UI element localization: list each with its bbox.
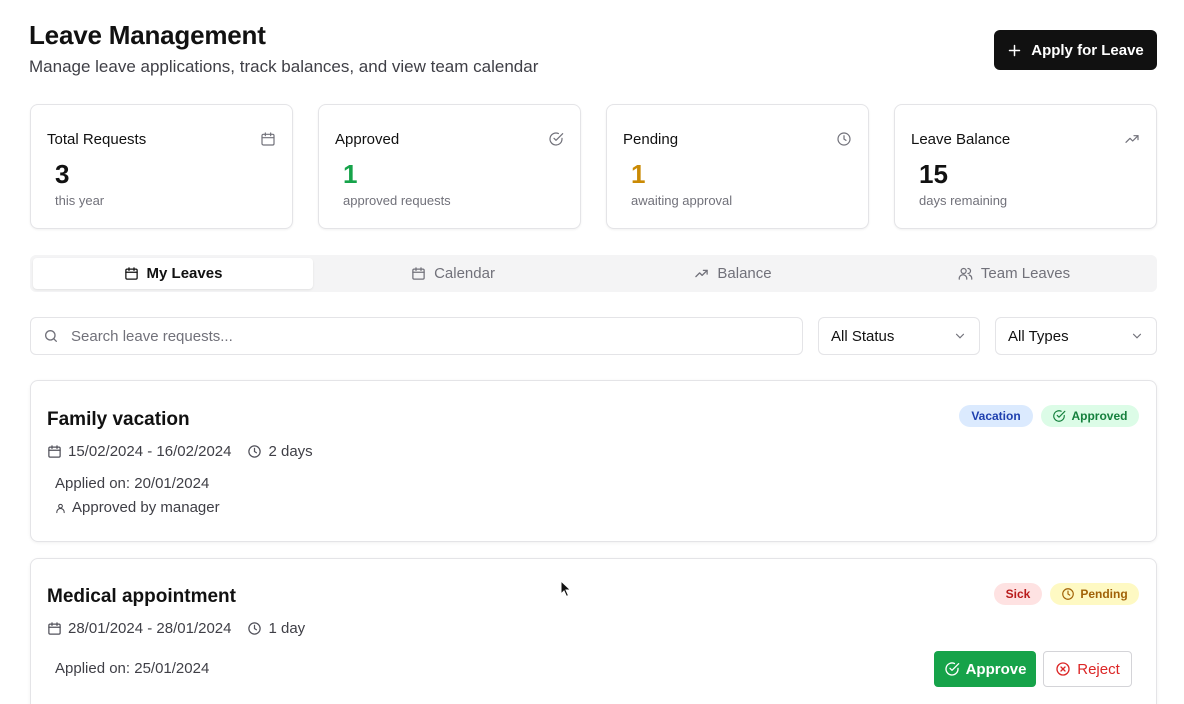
stat-card-leave-balance: Leave Balance 15 days remaining — [894, 104, 1157, 229]
stat-note: awaiting approval — [631, 193, 733, 208]
tab-team-leaves[interactable]: Team Leaves — [874, 258, 1154, 289]
stat-value: 15 — [919, 159, 948, 189]
tab-my-leaves[interactable]: My Leaves — [33, 258, 313, 289]
approve-label: Approve — [965, 660, 1027, 678]
status-badge: Approved — [1041, 405, 1139, 427]
apply-for-leave-button[interactable]: Apply for Leave — [994, 30, 1157, 70]
chevron-down-icon — [1132, 333, 1142, 339]
stat-card-approved: Approved 1 approved requests — [318, 104, 581, 229]
tab-balance[interactable]: Balance — [593, 258, 873, 289]
leave-duration: 2 days — [268, 443, 313, 460]
calendar-icon — [124, 267, 138, 280]
approve-button[interactable]: Approve — [934, 651, 1036, 687]
tab-list: My Leaves Calendar Balance Team Leaves — [30, 255, 1157, 292]
leave-meta: 28/01/2024 - 28/01/2024 1 day — [47, 620, 305, 637]
leave-type-badge: Sick — [994, 583, 1042, 605]
stat-value: 1 — [631, 159, 646, 189]
approved-by: Approved by manager — [55, 499, 220, 516]
calendar-icon — [48, 622, 61, 635]
leave-title: Medical appointment — [47, 586, 236, 607]
stat-label: Leave Balance — [911, 131, 1011, 148]
tab-label: Team Leaves — [980, 265, 1071, 282]
applied-date: Applied on: 25/01/2024 — [55, 660, 210, 677]
tab-calendar[interactable]: Calendar — [313, 258, 593, 289]
stat-card-total-requests: Total Requests 3 this year — [30, 104, 293, 229]
search-box — [30, 317, 803, 355]
clock-icon — [248, 622, 262, 635]
calendar-icon — [48, 445, 61, 458]
search-input[interactable] — [71, 327, 771, 345]
tab-label: Balance — [717, 265, 772, 282]
mouse-cursor-icon — [560, 580, 572, 598]
status-badge-label: Approved — [1071, 409, 1128, 423]
type-filter-select[interactable]: All Types — [995, 317, 1157, 355]
applied-date: Applied on: 20/01/2024 — [55, 475, 210, 492]
leave-dates: 15/02/2024 - 16/02/2024 — [68, 443, 232, 460]
stat-label: Pending — [623, 131, 679, 148]
status-filter-value: All Status — [831, 327, 895, 345]
trending-up-icon — [695, 269, 709, 278]
check-circle-icon — [944, 662, 959, 676]
leave-card: Family vacation Vacation Approved 15/02/… — [30, 380, 1157, 542]
leave-meta: 15/02/2024 - 16/02/2024 2 days — [47, 443, 313, 460]
check-circle-icon — [1053, 410, 1066, 422]
status-filter-select[interactable]: All Status — [818, 317, 980, 355]
clock-icon — [248, 445, 262, 458]
users-icon — [958, 267, 973, 280]
type-filter-value: All Types — [1008, 327, 1069, 345]
chevron-down-icon — [955, 333, 965, 339]
leave-card: Medical appointment Sick Pending 28/01/2… — [30, 558, 1157, 704]
calendar-icon — [261, 132, 275, 146]
page-title: Leave Management — [29, 20, 266, 50]
x-circle-icon — [1056, 662, 1070, 676]
stat-card-pending: Pending 1 awaiting approval — [606, 104, 869, 229]
stat-value: 3 — [55, 159, 70, 189]
tab-label: My Leaves — [146, 265, 223, 282]
approved-by-label: Approved by manager — [72, 499, 220, 516]
leave-duration: 1 day — [268, 620, 306, 637]
trending-up-icon — [1125, 135, 1139, 143]
stat-value: 1 — [343, 159, 358, 189]
leave-type-badge: Vacation — [959, 405, 1033, 427]
stat-label: Approved — [335, 131, 400, 148]
leave-dates: 28/01/2024 - 28/01/2024 — [68, 620, 232, 637]
user-icon — [56, 503, 65, 513]
plus-icon — [1008, 44, 1021, 56]
reject-label: Reject — [1077, 660, 1120, 678]
apply-for-leave-label: Apply for Leave — [1031, 41, 1144, 59]
stat-note: days remaining — [919, 193, 1008, 208]
page-subtitle: Manage leave applications, track balance… — [29, 57, 539, 76]
clock-icon — [837, 132, 851, 146]
status-badge: Pending — [1050, 583, 1139, 605]
leave-title: Family vacation — [47, 409, 190, 430]
clock-icon — [1062, 588, 1075, 600]
reject-button[interactable]: Reject — [1043, 651, 1132, 687]
stat-note: this year — [55, 193, 105, 208]
stat-note: approved requests — [343, 193, 451, 208]
stat-label: Total Requests — [47, 131, 147, 148]
search-icon — [45, 330, 57, 342]
status-badge-label: Pending — [1080, 587, 1128, 601]
tab-label: Calendar — [434, 265, 495, 282]
check-circle-icon — [549, 132, 564, 146]
calendar-icon — [412, 267, 425, 280]
